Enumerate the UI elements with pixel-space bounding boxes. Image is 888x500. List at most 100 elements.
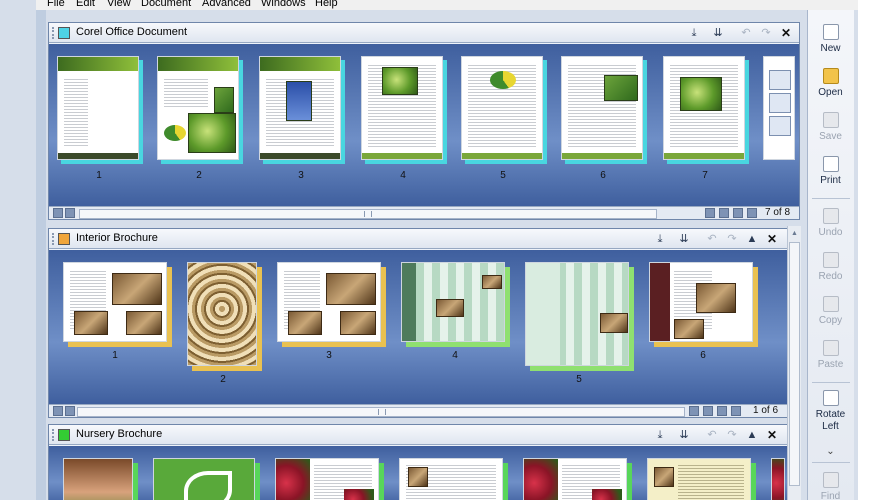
insert-page-icon[interactable]: ⤓	[687, 26, 701, 40]
page-number: 4	[400, 170, 406, 181]
first-page-button[interactable]	[53, 406, 63, 416]
redo-button[interactable]: Redo	[808, 252, 853, 282]
thumbnail-strip	[49, 446, 799, 500]
multi-view-icon[interactable]	[769, 116, 791, 136]
previous-page-button[interactable]	[65, 208, 75, 218]
next-page-button[interactable]	[705, 208, 715, 218]
drag-grip-icon[interactable]	[52, 233, 55, 245]
rotate-left-icon[interactable]: ↶	[739, 26, 753, 40]
document-panel-nursery-brochure[interactable]: Nursery Brochure ⤓ ⇊ ↶ ↷ ▲ ✕	[48, 424, 800, 500]
view-mode-controls	[769, 70, 795, 139]
insert-page-icon[interactable]: ⤓	[653, 428, 667, 442]
scroll-track[interactable]	[77, 407, 685, 417]
page-scrollbar[interactable]: 7 of 8	[49, 206, 799, 219]
rotate-left-icon[interactable]: ↶	[705, 232, 719, 246]
undo-label: Undo	[818, 227, 843, 238]
open-label: Open	[818, 87, 843, 98]
new-label: New	[820, 43, 841, 54]
collapse-up-icon[interactable]: ▲	[745, 428, 759, 442]
chevron-down-icon[interactable]: ⌄	[808, 446, 853, 457]
next-view-button[interactable]	[719, 208, 729, 218]
copy-button[interactable]: Copy	[808, 296, 853, 326]
first-page-button[interactable]	[53, 208, 63, 218]
left-border	[36, 10, 46, 500]
previous-page-button[interactable]	[65, 406, 75, 416]
redo-label: Redo	[818, 271, 843, 282]
rotate-left-icon	[822, 390, 839, 406]
last-page-button[interactable]	[731, 406, 741, 416]
page-number: 6	[600, 170, 606, 181]
rotate-left-icon[interactable]: ↶	[705, 428, 719, 442]
rotate-left-button[interactable]: Rotate Left	[808, 390, 853, 433]
menu-file[interactable]: File	[47, 0, 65, 10]
save-label: Save	[819, 131, 842, 142]
page-number: 5	[500, 170, 506, 181]
insert-pages-icon[interactable]: ⇊	[711, 26, 725, 40]
scroll-up-icon[interactable]: ▲	[789, 228, 800, 240]
scroll-grip[interactable]	[378, 409, 386, 415]
binoculars-icon	[822, 472, 839, 488]
insert-pages-icon[interactable]: ⇊	[677, 428, 691, 442]
menu-help[interactable]: Help	[315, 0, 338, 10]
close-icon[interactable]: ✕	[779, 26, 793, 40]
next-page-button[interactable]	[689, 406, 699, 416]
page-number: 1	[96, 170, 102, 181]
corel-logo-icon[interactable]	[769, 93, 791, 113]
page-number: 7	[702, 170, 708, 181]
panel-header: Corel Office Document ⤓ ⇊ ↶ ↷ ✕	[49, 23, 799, 43]
page-status: 1 of 6	[753, 405, 779, 416]
open-button[interactable]: Open	[808, 68, 853, 98]
single-view-icon[interactable]	[769, 70, 791, 90]
collapse-up-icon[interactable]: ▲	[745, 232, 759, 246]
page-number: 6	[700, 350, 706, 361]
page-number: 5	[576, 374, 582, 385]
paste-button[interactable]: Paste	[808, 340, 853, 370]
scroll-grip[interactable]	[364, 211, 372, 217]
panel-header: Interior Brochure ⤓ ⇊ ↶ ↷ ▲ ✕	[49, 229, 799, 249]
menu-windows[interactable]: Windows	[261, 0, 306, 10]
menu-edit[interactable]: Edit	[76, 0, 95, 10]
close-icon[interactable]: ✕	[765, 232, 779, 246]
drag-grip-icon[interactable]	[52, 27, 55, 39]
page-number: 3	[326, 350, 332, 361]
redo-icon	[822, 252, 839, 268]
last-page-button[interactable]	[747, 208, 757, 218]
find-button[interactable]: Find	[808, 472, 853, 500]
document-panel-corel-office[interactable]: Corel Office Document ⤓ ⇊ ↶ ↷ ✕ 1 2 3 4 …	[48, 22, 800, 220]
next-view-button[interactable]	[703, 406, 713, 416]
page-status: 7 of 8	[765, 207, 791, 218]
menu-document[interactable]: Document	[141, 0, 191, 10]
page-number: 1	[112, 350, 118, 361]
rotate-right-icon[interactable]: ↷	[759, 26, 773, 40]
new-button[interactable]: New	[808, 24, 853, 54]
rotate-right-icon[interactable]: ↷	[725, 232, 739, 246]
menu-advanced[interactable]: Advanced	[202, 0, 251, 10]
document-panel-interior-brochure[interactable]: Interior Brochure ⤓ ⇊ ↶ ↷ ▲ ✕ 1 2 3 4 5 …	[48, 228, 800, 418]
thumbnail-strip: 1 2 3 4 5 6	[49, 250, 799, 404]
scroll-thumb[interactable]	[789, 242, 800, 486]
window-edge	[858, 0, 888, 500]
document-color-icon	[58, 429, 70, 441]
menu-view[interactable]: View	[107, 0, 131, 10]
insert-page-icon[interactable]: ⤓	[653, 232, 667, 246]
panel-title: Nursery Brochure	[76, 428, 163, 440]
print-button[interactable]: Print	[808, 156, 853, 186]
undo-button[interactable]: Undo	[808, 208, 853, 238]
drag-grip-icon[interactable]	[52, 429, 55, 441]
scroll-track[interactable]	[79, 209, 657, 219]
page-scrollbar[interactable]: 1 of 6	[49, 404, 799, 417]
paste-icon	[822, 340, 839, 356]
toolbar-divider	[812, 382, 850, 383]
panel-title: Corel Office Document	[76, 26, 188, 38]
previous-view-button[interactable]	[717, 406, 727, 416]
workspace-vertical-scrollbar[interactable]: ▲	[787, 226, 801, 500]
page-number: 3	[298, 170, 304, 181]
close-icon[interactable]: ✕	[765, 428, 779, 442]
insert-pages-icon[interactable]: ⇊	[677, 232, 691, 246]
rotate-right-icon[interactable]: ↷	[725, 428, 739, 442]
save-button[interactable]: Save	[808, 112, 853, 142]
previous-view-button[interactable]	[733, 208, 743, 218]
panel-title: Interior Brochure	[76, 232, 158, 244]
undo-icon	[822, 208, 839, 224]
save-icon	[822, 112, 839, 128]
